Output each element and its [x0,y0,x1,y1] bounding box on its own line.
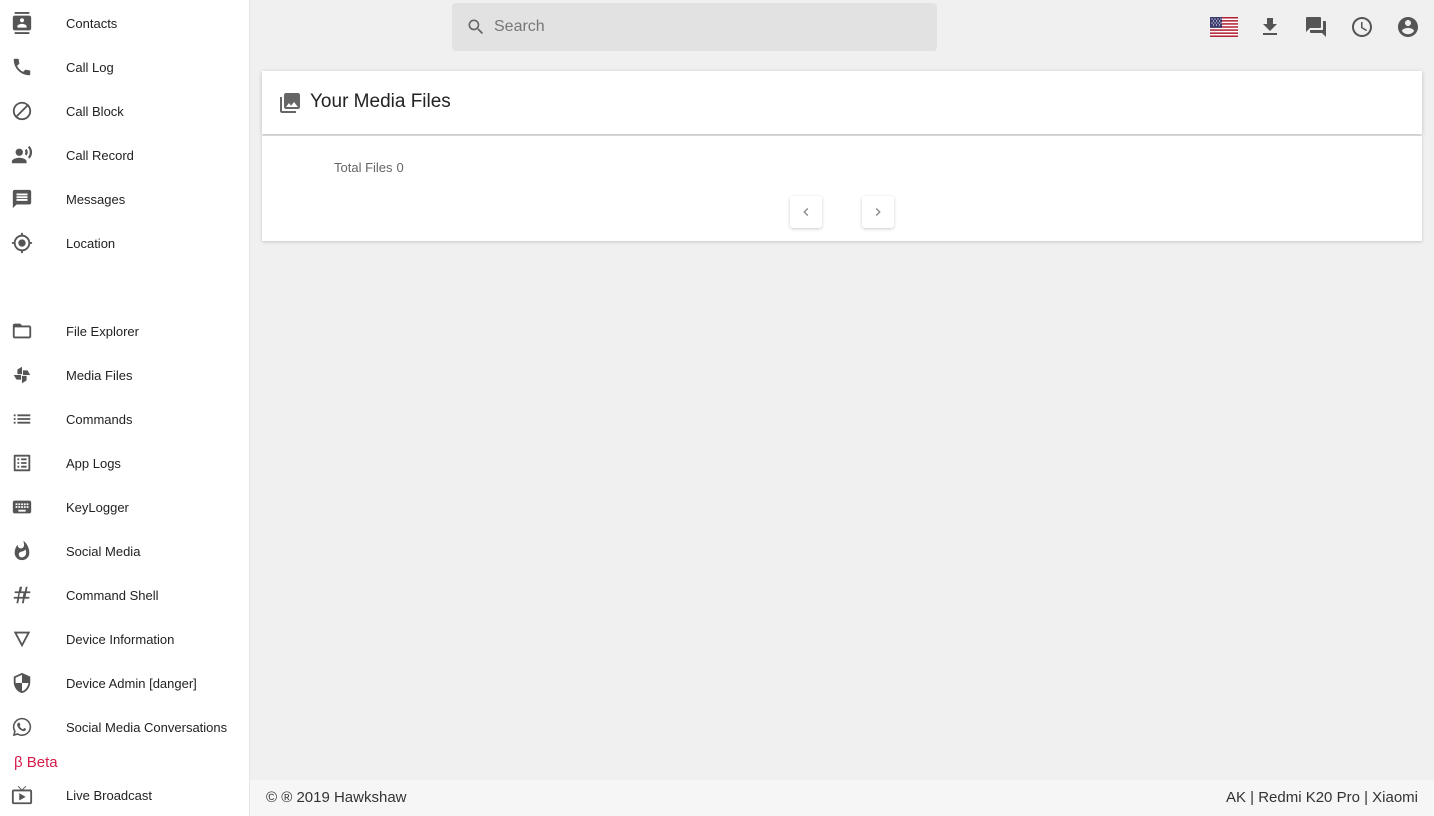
list-icon [10,407,34,431]
sidebar-item-media-files[interactable]: Media Files [0,353,249,397]
search-icon [466,17,486,37]
footer-device-info: AK | Redmi K20 Pro | Xiaomi [1225,789,1418,806]
footer-copyright: © ® 2019 Hawkshaw [266,789,407,806]
sidebar-item-social-media[interactable]: Social Media [0,529,249,573]
sidebar-item-label: File Explorer [66,323,139,339]
next-page-button[interactable] [862,196,894,228]
sidebar-item-label: Contacts [66,15,118,31]
total-files-label: Total Files [334,160,393,175]
sidebar-item-live-broadcast[interactable]: Live Broadcast [0,773,249,816]
search-box [452,3,937,51]
contacts-icon [10,11,34,35]
sidebar-item-location[interactable]: Location [0,221,249,265]
forum-icon[interactable] [1303,14,1329,40]
sidebar-item-label: Device Admin [danger] [66,675,197,691]
sidebar-item-label: Command Shell [66,587,159,603]
sidebar-item-call-record[interactable]: Call Record [0,133,249,177]
location-icon [10,231,34,255]
footer: © ® 2019 Hawkshaw AK | Redmi K20 Pro | X… [250,780,1434,816]
sidebar-item-call-log[interactable]: Call Log [0,45,249,89]
sidebar-item-label: Call Block [66,103,124,119]
sidebar-item-file-explorer[interactable]: File Explorer [0,309,249,353]
triangle-icon [10,627,34,651]
chevron-right-icon [870,204,886,220]
photo-library-icon [278,91,302,115]
page-title: Your Media Files [310,91,451,112]
shield-icon [10,671,34,695]
us-flag-icon[interactable] [1210,14,1238,40]
sidebar-item-label: Live Broadcast [66,787,152,803]
download-icon[interactable] [1257,14,1283,40]
pinwheel-icon [10,363,34,387]
sidebar-item-call-block[interactable]: Call Block [0,89,249,133]
sidebar-item-commands[interactable]: Commands [0,397,249,441]
total-files: Total Files 0 [334,160,404,175]
keyboard-icon [10,495,34,519]
prev-page-button[interactable] [790,196,822,228]
search-input[interactable] [492,13,922,41]
block-icon [10,99,34,123]
sidebar-item-label: Call Record [66,147,134,163]
sidebar-item-device-information[interactable]: Device Information [0,617,249,661]
sidebar-item-label: Call Log [66,59,114,75]
sidebar-item-app-logs[interactable]: App Logs [0,441,249,485]
sidebar: Contacts Call Log Call Block Call Record… [0,0,250,816]
sidebar-item-label: Commands [66,411,133,427]
sidebar-item-social-media-conversations[interactable]: Social Media Conversations [0,705,249,749]
sidebar-item-label: Messages [66,191,126,207]
sidebar-item-contacts[interactable]: Contacts [0,1,249,45]
whatsapp-icon [10,715,34,739]
message-icon [10,187,34,211]
sidebar-item-command-shell[interactable]: Command Shell [0,573,249,617]
media-files-card-body: Total Files 0 [262,136,1422,241]
sidebar-item-label: Location [66,235,116,251]
total-files-count: 0 [396,160,404,175]
hash-icon [10,583,34,607]
sidebar-item-label: Social Media [66,543,141,559]
live-tv-icon [10,783,34,807]
list-box-icon [10,451,34,475]
sidebar-item-label: Device Information [66,631,175,647]
sidebar-item-keylogger[interactable]: KeyLogger [0,485,249,529]
beta-section-label: β Beta [14,754,58,771]
flame-icon [10,539,34,563]
sidebar-item-label: Social Media Conversations [66,719,228,735]
sidebar-item-device-admin[interactable]: Device Admin [danger] [0,661,249,705]
phone-icon [10,55,34,79]
media-files-card-header: Your Media Files [262,71,1422,134]
sidebar-item-label: App Logs [66,455,121,471]
folder-icon [10,319,34,343]
sidebar-item-label: Media Files [66,367,133,383]
record-voice-icon [10,143,34,167]
sidebar-item-label: KeyLogger [66,499,129,515]
account-icon[interactable] [1395,14,1421,40]
chevron-left-icon [798,204,814,220]
sidebar-item-messages[interactable]: Messages [0,177,249,221]
clock-icon[interactable] [1349,14,1375,40]
